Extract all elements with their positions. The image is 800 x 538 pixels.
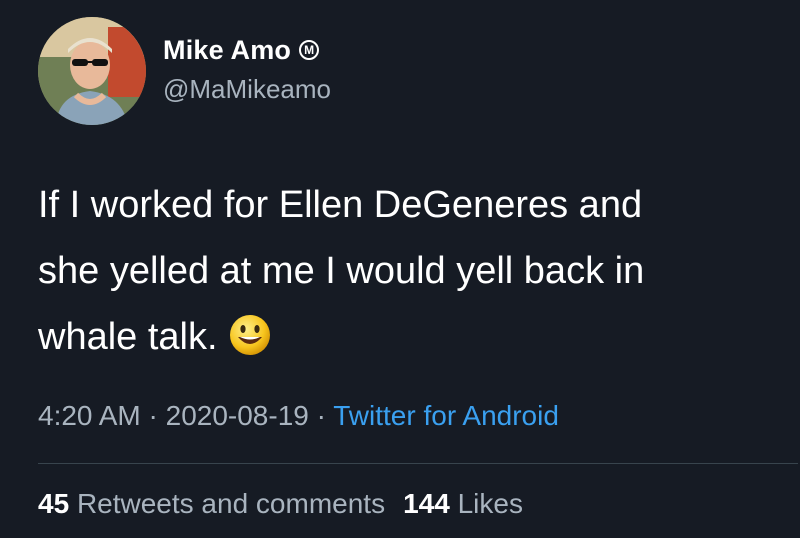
tweet-stats: 45 Retweets and comments 144 Likes xyxy=(38,488,523,520)
tweet-text: If I worked for Ellen DeGeneres and she … xyxy=(38,172,758,370)
tweet-line-text: whale talk. xyxy=(38,316,218,358)
tweet-meta: 4:20 AM · 2020-08-19 · Twitter for Andro… xyxy=(38,400,559,432)
tweet-time[interactable]: 4:20 AM xyxy=(38,400,141,431)
meta-separator: · xyxy=(148,400,158,431)
likes-label: Likes xyxy=(457,488,523,519)
likes-stat[interactable]: 144 Likes xyxy=(403,488,523,519)
tweet-line: If I worked for Ellen DeGeneres and xyxy=(38,184,643,226)
retweets-label: Retweets and comments xyxy=(76,488,386,519)
m-badge-icon: M xyxy=(299,40,320,60)
tweet-line: she yelled at me I would yell back in xyxy=(38,250,645,292)
smiling-face-emoji-icon xyxy=(229,315,270,355)
retweets-stat[interactable]: 45 Retweets and comments xyxy=(38,488,385,519)
display-name[interactable]: Mike Amo xyxy=(163,35,291,66)
tweet-date[interactable]: 2020-08-19 xyxy=(166,400,309,431)
tweet-source-link[interactable]: Twitter for Android xyxy=(333,400,559,431)
avatar[interactable] xyxy=(38,17,146,125)
likes-count: 144 xyxy=(403,488,450,519)
user-handle[interactable]: @MaMikeamo xyxy=(163,74,331,105)
divider xyxy=(38,463,798,464)
name-row: Mike Amo M xyxy=(163,32,331,68)
tweet-line-last: whale talk. xyxy=(38,304,758,370)
user-info: Mike Amo M @MaMikeamo xyxy=(163,32,331,105)
avatar-photo-icon xyxy=(38,17,146,125)
tweet-card: Mike Amo M @MaMikeamo If I worked for El… xyxy=(0,0,800,538)
meta-separator: · xyxy=(316,400,326,431)
retweets-count: 45 xyxy=(38,488,70,519)
